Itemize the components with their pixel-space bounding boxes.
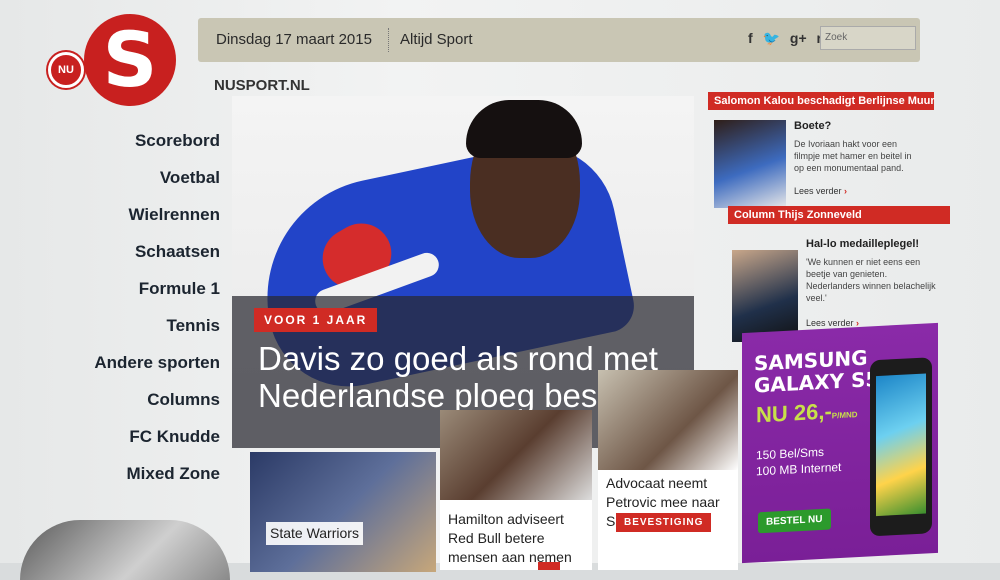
nav-item-andere-sporten[interactable]: Andere sporten	[94, 344, 220, 381]
divider	[388, 28, 389, 52]
google-plus-icon[interactable]: g+	[790, 30, 807, 46]
side-article-kalou[interactable]: Boete? De Ivoriaan hakt voor een filmpje…	[714, 116, 926, 208]
chevron-right-icon: ›	[844, 186, 848, 196]
hero-badge: VOOR 1 JAAR	[254, 308, 378, 332]
logo-letter: S	[102, 15, 158, 104]
thumb-article-warriors[interactable]: State Warriors	[250, 452, 436, 572]
nav-item-tennis[interactable]: Tennis	[94, 307, 220, 344]
read-more-link[interactable]: Lees verder ›	[794, 186, 847, 196]
top-bar: Dinsdag 17 maart 2015 Altijd Sport f 🐦 g…	[198, 18, 920, 62]
side-article-heading[interactable]: Hal-lo medailleplegel!	[806, 238, 919, 250]
ad-line-calls: 150 Bel/Sms	[756, 444, 825, 463]
ad-price-value: NU 26,-	[756, 398, 832, 428]
site-logo[interactable]: S NU	[48, 12, 178, 112]
ad-line-data: 100 MB Internet	[756, 459, 842, 479]
side-article-image	[714, 120, 786, 208]
nav-item-columns[interactable]: Columns	[94, 381, 220, 418]
search-input[interactable]: Zoek	[820, 26, 916, 50]
confirm-badge: BEVESTIGING	[616, 513, 712, 532]
nu-badge: NU	[48, 52, 84, 88]
nav-item-mixed-zone[interactable]: Mixed Zone	[94, 455, 220, 492]
thumb-caption[interactable]: State Warriors	[266, 522, 363, 545]
side-article-text: 'We kunnen er niet eens een beetje van g…	[806, 257, 936, 303]
label-badge	[538, 562, 560, 570]
thumb-article-hamilton[interactable]: Hamilton adviseert Red Bull betere mense…	[440, 410, 592, 570]
twitter-icon[interactable]: 🐦	[763, 30, 780, 46]
sidebar-photo[interactable]	[20, 520, 230, 580]
read-more-label: Lees verder	[794, 186, 842, 196]
current-date: Dinsdag 17 maart 2015	[216, 31, 372, 48]
thumb-image	[250, 452, 436, 572]
section-bar-column[interactable]: Column Thijs Zonneveld	[728, 206, 950, 224]
samsung-ad[interactable]: SAMSUNG GALAXY S5 NU 26,-P/MND 150 Bel/S…	[742, 322, 938, 564]
hero-image-hair	[466, 100, 582, 158]
nav-item-schaatsen[interactable]: Schaatsen	[94, 233, 220, 270]
nusport-page: S NU Scorebord Voetbal Wielrennen Schaat…	[0, 0, 1000, 580]
ad-price-unit: P/MND	[831, 410, 858, 421]
sidebar-nav: Scorebord Voetbal Wielrennen Schaatsen F…	[94, 122, 220, 492]
tagline: Altijd Sport	[400, 31, 473, 48]
thumb-article-advocaat[interactable]: Advocaat neemt Petrovic mee naar Sunderl…	[598, 370, 738, 570]
phone-screen	[876, 373, 926, 517]
nav-item-scorebord[interactable]: Scorebord	[94, 122, 220, 159]
read-more-label: Lees verder	[806, 318, 854, 328]
ad-price: NU 26,-P/MND	[756, 397, 858, 428]
phone-image	[870, 357, 932, 537]
nav-item-fc-knudde[interactable]: FC Knudde	[94, 418, 220, 455]
order-now-button[interactable]: BESTEL NU	[758, 508, 831, 534]
nav-item-wielrennen[interactable]: Wielrennen	[94, 196, 220, 233]
side-article-image	[732, 250, 798, 342]
thumb-image	[440, 410, 592, 500]
thumb-image	[598, 370, 738, 470]
site-label: NUSPORT.NL	[214, 77, 310, 94]
nav-item-voetbal[interactable]: Voetbal	[94, 159, 220, 196]
side-article-text: De Ivoriaan hakt voor een filmpje met ha…	[794, 139, 912, 173]
side-article-heading[interactable]: Boete?	[794, 120, 831, 132]
thumb-caption[interactable]: Hamilton adviseert Red Bull betere mense…	[448, 510, 592, 567]
section-bar-kalou[interactable]: Salomon Kalou beschadigt Berlijnse Muur	[708, 92, 935, 110]
nav-item-formule-1[interactable]: Formule 1	[94, 270, 220, 307]
facebook-icon[interactable]: f	[748, 30, 753, 46]
